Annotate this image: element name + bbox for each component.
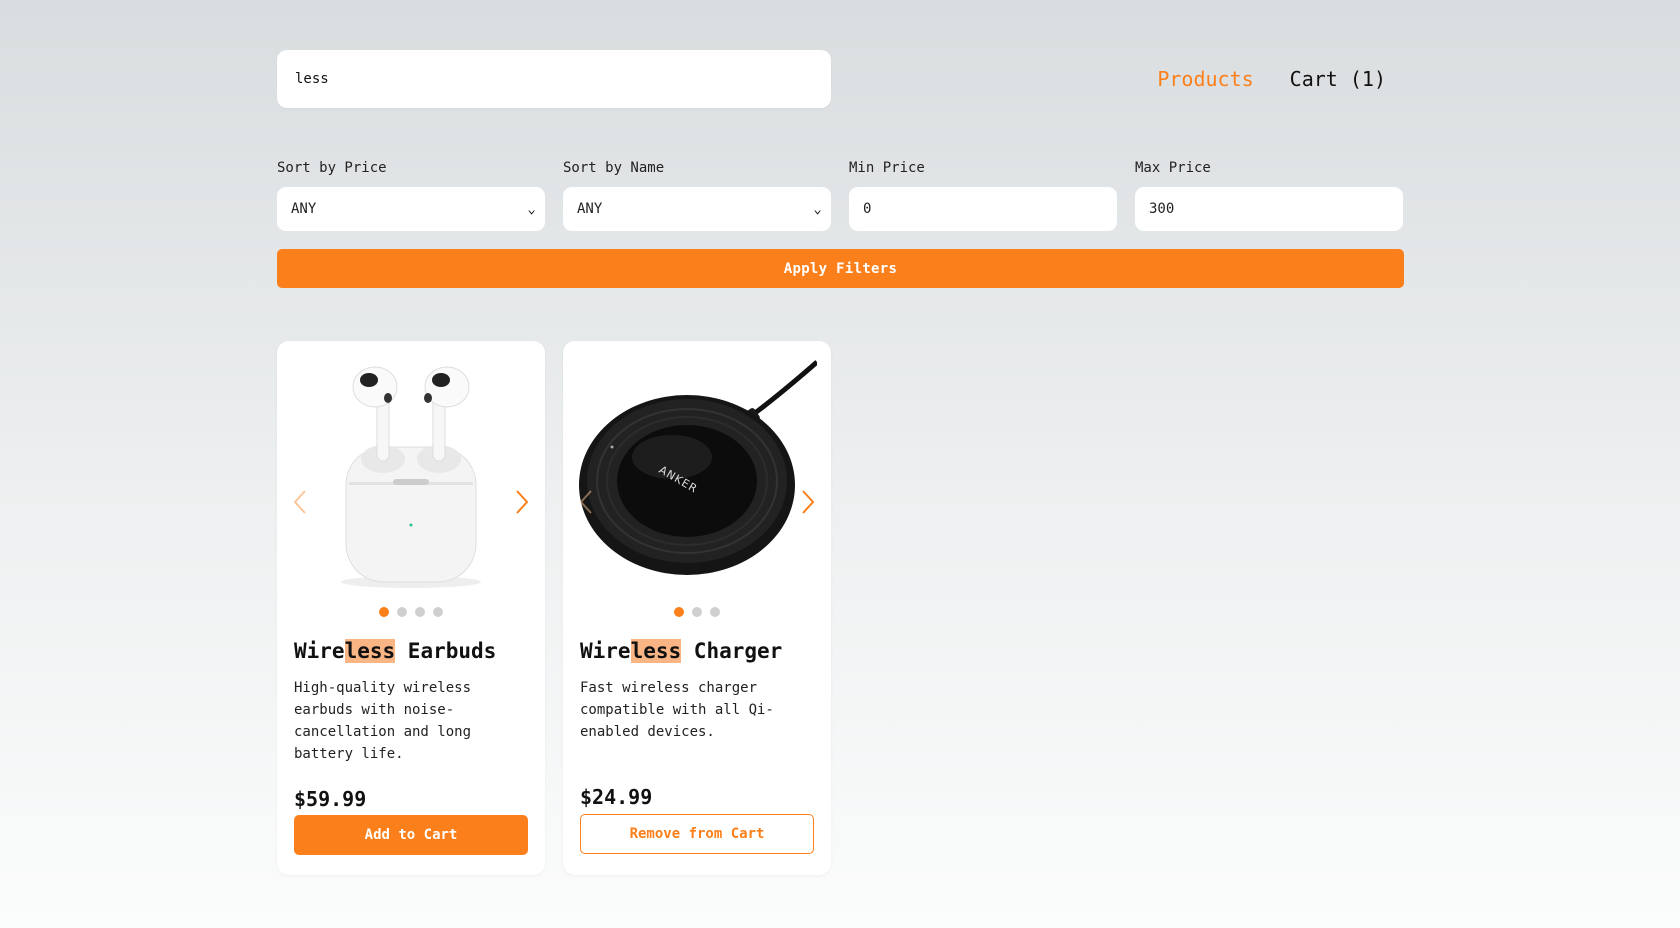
- max-price-filter: Max Price 300: [1135, 160, 1403, 231]
- product-description: Fast wireless charger compatible with al…: [580, 680, 774, 740]
- chevron-left-icon[interactable]: [577, 487, 597, 517]
- product-info: Wireless Charger Fast wireless charger c…: [563, 639, 831, 809]
- add-to-cart-button[interactable]: Add to Cart: [294, 815, 528, 855]
- min-price-input[interactable]: 0: [849, 187, 1117, 231]
- chevron-right-icon[interactable]: [797, 487, 817, 517]
- carousel-dots: [277, 607, 545, 617]
- max-price-value: 300: [1149, 201, 1175, 217]
- apply-filters-button[interactable]: Apply Filters: [277, 249, 1404, 288]
- product-card: Wireless Earbuds High-quality wireless e…: [277, 341, 545, 875]
- top-bar: less Products Cart (1): [277, 50, 1404, 108]
- product-description: High-quality wireless earbuds with noise…: [294, 680, 472, 762]
- product-card: ANKER Wireless Charger Fast wireless cha…: [563, 341, 831, 875]
- filters-row: Sort by Price ANY ⌄ Sort by Name ANY ⌄ M…: [277, 160, 1404, 231]
- carousel-dot[interactable]: [710, 607, 720, 617]
- product-image-carousel: [291, 357, 531, 597]
- nav-products-link[interactable]: Products: [1157, 67, 1253, 91]
- title-highlight: less: [630, 639, 682, 663]
- carousel-dot[interactable]: [379, 607, 389, 617]
- title-highlight: less: [344, 639, 396, 663]
- sort-name-filter: Sort by Name ANY ⌄: [563, 160, 831, 231]
- search-input-value: less: [295, 71, 329, 87]
- carousel-dot[interactable]: [692, 607, 702, 617]
- carousel-dots: [563, 607, 831, 617]
- sort-name-label: Sort by Name: [563, 160, 665, 176]
- product-info: Wireless Earbuds High-quality wireless e…: [277, 639, 545, 811]
- sort-price-select[interactable]: ANY ⌄: [277, 187, 545, 231]
- title-prefix: Wire: [580, 639, 631, 663]
- page-container: less Products Cart (1) Sort by Price ANY…: [277, 50, 1404, 875]
- sort-price-label: Sort by Price: [277, 160, 387, 176]
- product-price: $59.99: [294, 787, 367, 811]
- product-price: $24.99: [580, 785, 653, 809]
- main-nav: Products Cart (1): [1157, 67, 1386, 91]
- chevron-right-icon[interactable]: [511, 487, 531, 517]
- chevron-left-icon[interactable]: [291, 487, 311, 517]
- carousel-dot[interactable]: [433, 607, 443, 617]
- max-price-input[interactable]: 300: [1135, 187, 1403, 231]
- carousel-dot[interactable]: [674, 607, 684, 617]
- chevron-down-icon: ⌄: [813, 202, 822, 216]
- carousel-dot[interactable]: [397, 607, 407, 617]
- sort-name-value: ANY: [577, 201, 603, 217]
- min-price-filter: Min Price 0: [849, 160, 1117, 231]
- min-price-value: 0: [863, 201, 872, 217]
- chevron-down-icon: ⌄: [527, 202, 536, 216]
- wireless-earbuds-image: [341, 366, 481, 588]
- sort-price-value: ANY: [291, 201, 317, 217]
- search-input[interactable]: less: [277, 50, 831, 108]
- remove-from-cart-button[interactable]: Remove from Cart: [580, 814, 814, 854]
- sort-price-filter: Sort by Price ANY ⌄: [277, 160, 545, 231]
- title-suffix: Charger: [681, 639, 783, 663]
- carousel-dot[interactable]: [415, 607, 425, 617]
- nav-cart-link[interactable]: Cart (1): [1290, 67, 1386, 91]
- product-title: Wireless Charger: [580, 639, 814, 663]
- title-suffix: Earbuds: [395, 639, 497, 663]
- min-price-label: Min Price: [849, 160, 925, 176]
- product-title: Wireless Earbuds: [294, 639, 528, 663]
- wireless-charger-image: [579, 360, 817, 575]
- max-price-label: Max Price: [1135, 160, 1211, 176]
- title-prefix: Wire: [294, 639, 345, 663]
- sort-name-select[interactable]: ANY ⌄: [563, 187, 831, 231]
- product-image-carousel: ANKER: [577, 357, 817, 597]
- product-grid: Wireless Earbuds High-quality wireless e…: [277, 341, 1404, 875]
